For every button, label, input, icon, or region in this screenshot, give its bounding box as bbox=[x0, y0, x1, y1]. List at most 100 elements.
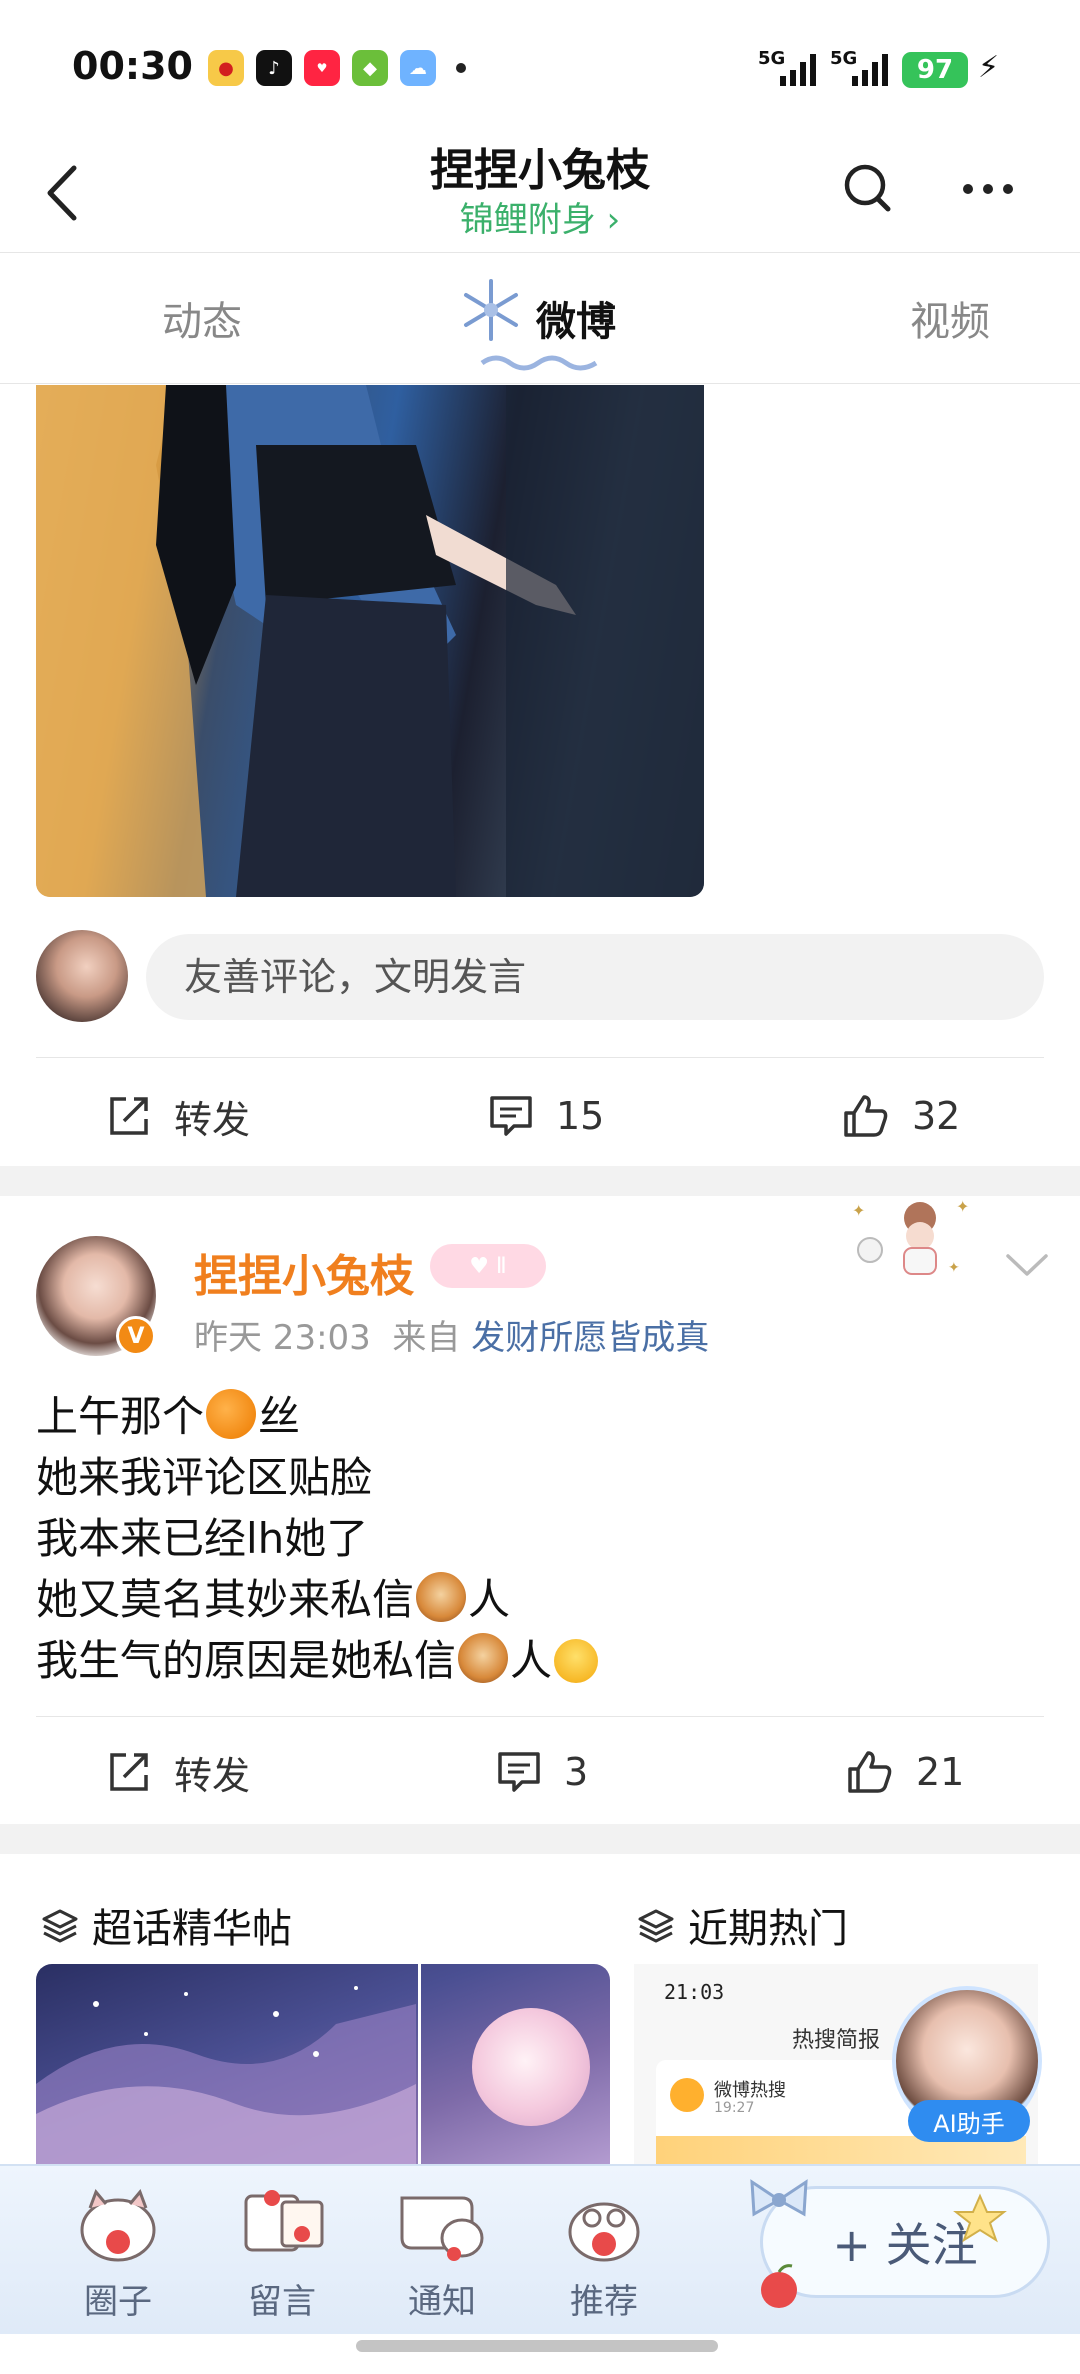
comment-icon bbox=[490, 1096, 532, 1136]
post-photo-illustration bbox=[36, 385, 704, 897]
horse-emoji-icon bbox=[416, 1572, 467, 1622]
recent-hot-title: 近期热门 bbox=[688, 1906, 848, 1952]
section-separator bbox=[0, 1824, 1080, 1854]
cat-circle-icon bbox=[80, 2189, 156, 2262]
repost-icon bbox=[110, 1753, 148, 1791]
post-meta: 昨天 23:03 来自 发财所愿皆成真 bbox=[194, 1310, 709, 1359]
cherry-blossom-night-illustration bbox=[36, 1986, 416, 2164]
repost-button[interactable]: 转发 bbox=[106, 1722, 250, 1822]
comment-input[interactable]: 友善评论，文明发言 bbox=[146, 934, 1044, 1020]
post-from-label: 来自 bbox=[392, 1318, 461, 1358]
post-line-1-text: 上午那个 bbox=[36, 1392, 205, 1441]
post1-action-row: 转发 15 32 bbox=[0, 1066, 1080, 1166]
post-line-2: 她来我评论区贴脸 bbox=[36, 1453, 373, 1502]
search-icon[interactable] bbox=[840, 158, 896, 218]
tab-dynamic[interactable]: 动态 bbox=[162, 289, 242, 347]
layers-icon bbox=[42, 1909, 78, 1943]
laughing-tears-emoji-icon bbox=[554, 1639, 599, 1683]
image-split-line bbox=[418, 1964, 421, 2164]
charging-icon: ⚡ bbox=[978, 50, 1000, 85]
horse-emoji-icon bbox=[458, 1633, 509, 1683]
koi-status-link[interactable]: 锦鲤附身 › bbox=[0, 192, 1080, 241]
repost-label: 转发 bbox=[174, 1097, 251, 1142]
status-bar: 00:30 ● ♪ ♥ ◆ ☁ 5G 5G 97 ⚡ bbox=[0, 0, 1080, 130]
like-button[interactable]: 32 bbox=[842, 1066, 960, 1166]
repost-icon bbox=[110, 1097, 148, 1135]
comment-button[interactable]: 15 bbox=[488, 1066, 604, 1166]
post2-action-row: 转发 3 21 bbox=[0, 1722, 1080, 1822]
screenshot-time: 21:03 bbox=[664, 1980, 725, 2004]
star-decoration-icon bbox=[953, 2193, 1007, 2243]
post-photo[interactable] bbox=[36, 385, 704, 897]
like-count: 32 bbox=[912, 1094, 961, 1138]
bottom-item-message-label: 留言 bbox=[248, 2282, 316, 2322]
hot-search-logo-icon bbox=[670, 2078, 704, 2112]
thumbs-up-icon bbox=[844, 1095, 888, 1137]
comment-button[interactable]: 3 bbox=[496, 1722, 588, 1822]
repost-label: 转发 bbox=[174, 1753, 251, 1798]
tab-weibo[interactable]: 微博 bbox=[536, 289, 616, 347]
signal-bars-2-icon bbox=[852, 52, 888, 86]
bottom-item-message[interactable]: 留言 bbox=[222, 2166, 342, 2336]
super-topic-highlights-title: 超话精华帖 bbox=[92, 1906, 292, 1952]
apple-decoration-icon bbox=[761, 2264, 797, 2308]
comment-icon bbox=[498, 1752, 540, 1792]
notification-app-icons: ● ♪ ♥ ◆ ☁ bbox=[208, 50, 466, 86]
post-line-4-text: 她又莫名其妙来私信 bbox=[36, 1575, 415, 1624]
post-line-1: 上午那个 丝 bbox=[36, 1386, 600, 1447]
profile-header: 捏捏小兔枝 锦鲤附身 › bbox=[0, 130, 1080, 252]
tangerine-emoji-icon bbox=[206, 1389, 257, 1439]
post-body: 上午那个丝 她来我评论区贴脸 我本来已经lh她了 她又莫名其妙来私信人 我生气的… bbox=[36, 1386, 600, 1691]
bottom-item-notify[interactable]: 通知 bbox=[382, 2166, 502, 2336]
home-indicator[interactable] bbox=[356, 2340, 718, 2352]
profile-tabs: 动态 微博 视频 bbox=[0, 253, 1080, 383]
tab-video[interactable]: 视频 bbox=[910, 289, 990, 347]
bottom-item-recommend-label: 推荐 bbox=[570, 2282, 638, 2322]
weibo-icon: ● bbox=[208, 50, 244, 86]
ai-assistant-label[interactable]: AI助手 bbox=[908, 2100, 1030, 2142]
weather-icon: ☁ bbox=[400, 50, 436, 86]
signal-bars-1-icon bbox=[780, 52, 816, 86]
recent-hot-header[interactable]: 近期热门 bbox=[636, 1896, 848, 1954]
tiktok-icon: ♪ bbox=[256, 50, 292, 86]
screenshot-account: 微博热搜 bbox=[714, 2080, 786, 2101]
comment-count: 3 bbox=[564, 1750, 589, 1794]
weibo-profile-screen: 00:30 ● ♪ ♥ ◆ ☁ 5G 5G 97 ⚡ 捏捏小兔枝 锦鲤附身 › bbox=[0, 0, 1080, 2374]
super-topic-highlights-header[interactable]: 超话精华帖 bbox=[40, 1896, 292, 1954]
like-button[interactable]: 21 bbox=[846, 1722, 964, 1822]
repost-button[interactable]: 转发 bbox=[106, 1066, 250, 1166]
bottom-item-circle-label: 圈子 bbox=[84, 2282, 152, 2322]
svg-text:✦: ✦ bbox=[956, 1197, 969, 1216]
super-topic-card[interactable] bbox=[36, 1964, 610, 2164]
post-separator bbox=[0, 1166, 1080, 1196]
user-avatar[interactable] bbox=[36, 930, 128, 1022]
post2-divider bbox=[36, 1716, 1044, 1717]
cat-recommend-icon bbox=[568, 2202, 640, 2262]
post1-divider bbox=[36, 1057, 1044, 1058]
verified-badge-icon: V bbox=[116, 1316, 156, 1356]
post-author-name[interactable]: 捏捏小兔枝 bbox=[194, 1240, 414, 1304]
like-count: 21 bbox=[916, 1750, 965, 1794]
post-line-4: 她又莫名其妙来私信 人 bbox=[36, 1569, 600, 1630]
member-badge-icon: ♥ Ⅱ bbox=[430, 1244, 546, 1288]
status-time: 00:30 bbox=[72, 44, 193, 88]
xiaohongshu-icon: ♥ bbox=[304, 50, 340, 86]
svg-text:✦: ✦ bbox=[852, 1201, 865, 1220]
bow-decoration-icon bbox=[750, 2179, 808, 2217]
more-notifications-dot bbox=[456, 63, 466, 73]
post-line-5-text: 我生气的原因是她私信 bbox=[36, 1636, 457, 1685]
layers-icon bbox=[638, 1909, 674, 1943]
more-options-icon[interactable] bbox=[958, 174, 1018, 204]
post-line-5-tail: 人 bbox=[510, 1636, 553, 1685]
bottom-item-circle[interactable]: 圈子 bbox=[58, 2166, 178, 2336]
decoration-sticker-icon: ✦ ✦ ✦ bbox=[852, 1197, 969, 1276]
snowflake-icon bbox=[464, 279, 518, 341]
thumbs-up-icon bbox=[848, 1751, 892, 1793]
post-source-link[interactable]: 发财所愿皆成真 bbox=[471, 1318, 709, 1358]
comment-count: 15 bbox=[556, 1094, 605, 1138]
chevron-down-icon[interactable] bbox=[1004, 1252, 1050, 1280]
post-time: 昨天 23:03 bbox=[194, 1318, 371, 1358]
bottom-item-recommend[interactable]: 推荐 bbox=[544, 2166, 664, 2336]
active-tab-ribbon-icon bbox=[480, 355, 598, 371]
profile-name-title: 捏捏小兔枝 bbox=[430, 145, 650, 196]
